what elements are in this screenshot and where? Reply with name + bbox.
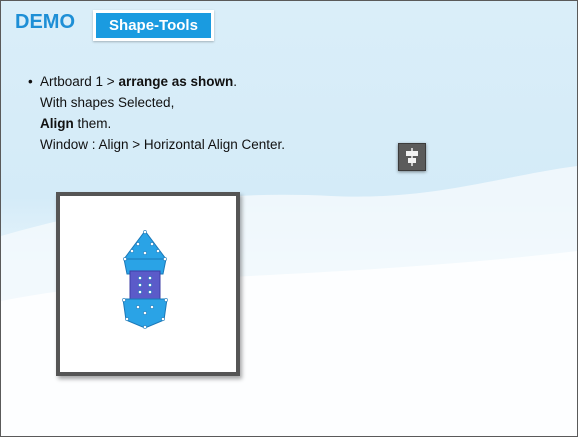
instruction-line-3-bold: Align	[40, 116, 74, 131]
instruction-list: • Artboard 1 > arrange as shown. With sh…	[28, 71, 286, 155]
instruction-line-4: Window : Align > Horizontal Align Center…	[40, 137, 286, 152]
shape-tools-badge: Shape-Tools	[93, 10, 214, 41]
instruction-line-1-bold: arrange as shown	[118, 74, 234, 89]
instruction-line-1-prefix: Artboard 1 >	[40, 74, 119, 89]
slide: DEMO Shape-Tools • Artboard 1 > arrange …	[0, 0, 578, 437]
instruction-line-1-suffix: .	[233, 74, 237, 89]
instruction-line-3-suffix: them.	[73, 116, 112, 131]
demo-label: DEMO	[15, 11, 75, 33]
bullet-marker: •	[28, 74, 33, 89]
instruction-line-1: Artboard 1 > arrange as shown.	[40, 71, 285, 92]
aligned-shapes-illustration	[122, 230, 168, 329]
horizontal-align-center-icon[interactable]	[398, 143, 426, 171]
instruction-line-3: Align them.	[40, 113, 285, 134]
artboard-preview	[56, 192, 240, 376]
instruction-line-2: With shapes Selected,	[40, 95, 175, 110]
